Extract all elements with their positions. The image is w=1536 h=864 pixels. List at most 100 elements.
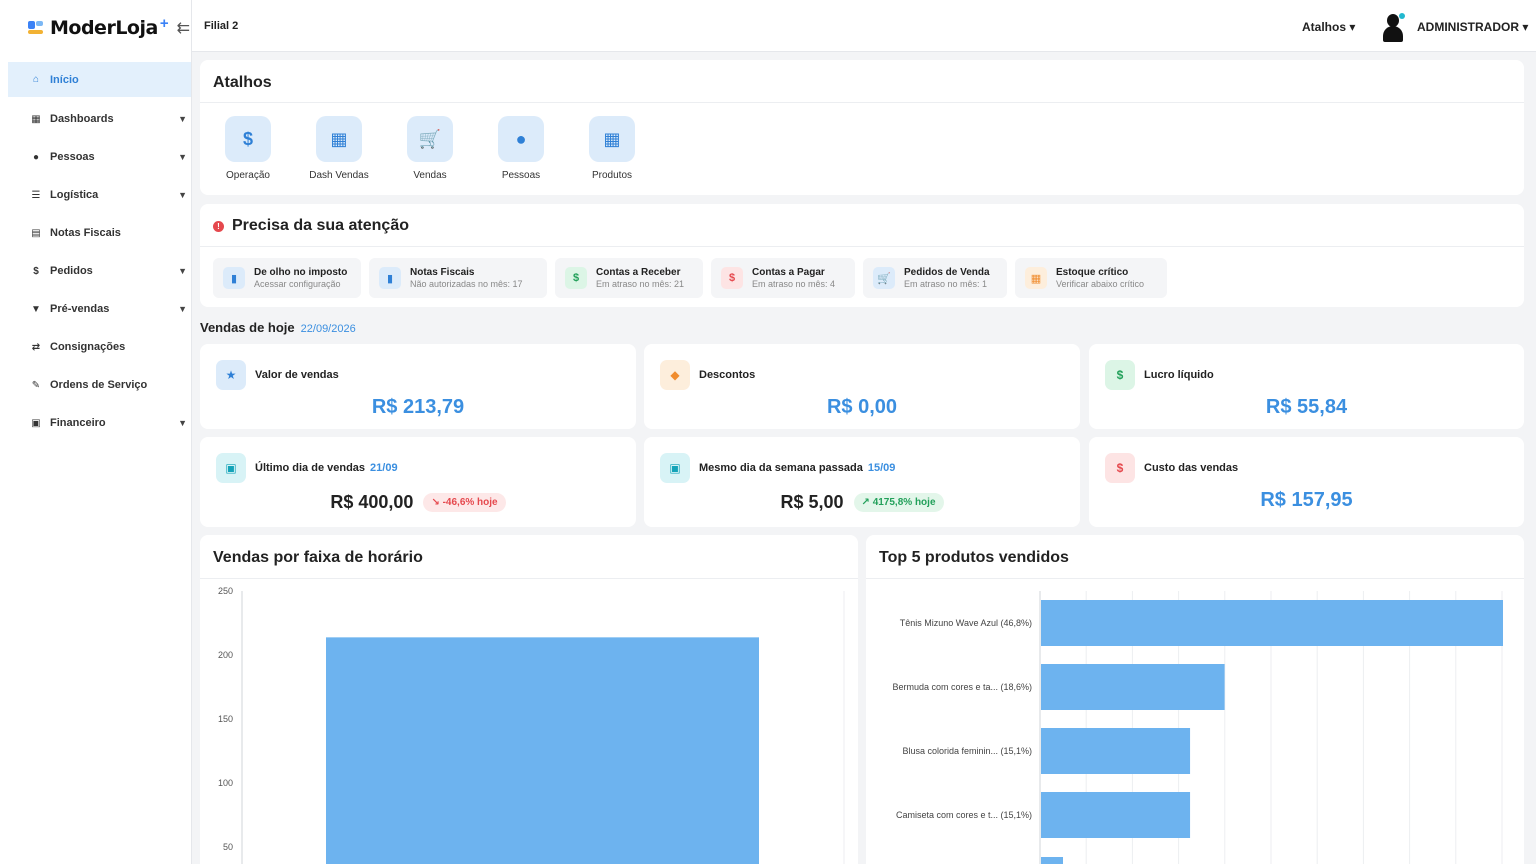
user-menu[interactable]: ADMINISTRADOR ▾	[1417, 20, 1528, 34]
y-tick-label: 50	[223, 842, 233, 852]
finance-icon: ▣	[31, 417, 41, 429]
shortcut-dollar[interactable]: $ Operação	[213, 116, 283, 181]
bar	[1041, 600, 1503, 646]
calendar-check-icon: ▣	[660, 453, 690, 483]
chevron-down-icon: ▼	[178, 190, 187, 200]
basket-icon: ▼	[31, 303, 41, 315]
cost-icon: $	[1105, 453, 1135, 483]
sidebar-item-swap[interactable]: ⇄ Consignações	[8, 328, 191, 366]
y-tick-label: 150	[218, 714, 233, 724]
category-label: Tênis Mizuno Wave Azul (46,8%)	[900, 618, 1032, 628]
attention-item[interactable]: ▮ Notas Fiscais Não autorizadas no mês: 17	[369, 258, 547, 298]
shortcut-person[interactable]: ● Pessoas	[486, 116, 556, 181]
kpi-card-ultimo: ▣ Último dia de vendas 21/09 R$ 400,00 ↘ -4…	[200, 437, 636, 527]
shortcut-dashboard[interactable]: ▦ Dash Vendas	[304, 116, 374, 181]
sales-today-header: Vendas de hoje 22/09/2026	[200, 320, 356, 335]
category-label: Bermuda com cores e ta... (18,6%)	[892, 682, 1032, 692]
cart-icon: 🛒	[873, 267, 895, 289]
attention-item[interactable]: $ Contas a Pagar Em atraso no mês: 4	[711, 258, 855, 298]
shortcut-products[interactable]: ▦ Produtos	[577, 116, 647, 181]
bar	[1041, 664, 1225, 710]
attention-item-subtitle: Em atraso no mês: 4	[752, 279, 836, 289]
shortcut-cart[interactable]: 🛒 Vendas	[395, 116, 465, 181]
category-label: Blusa colorida feminin... (15,1%)	[902, 746, 1032, 756]
logo-icon	[28, 21, 44, 35]
attention-card: ! Precisa da sua atenção ▮ De olho no imp…	[200, 204, 1524, 307]
avatar[interactable]	[1382, 13, 1405, 42]
sidebar: ModerLoja + ⇇ ⌂ Início ▦ Dashboards ▼ ● Pessoa…	[0, 0, 192, 864]
trend-up-badge: ↗ 4175,8% hoje	[853, 493, 944, 512]
sidebar-item-label: Pessoas	[50, 151, 95, 163]
chevron-down-icon: ▼	[178, 304, 187, 314]
top-products-chart-card: Top 5 produtos vendidos Tênis Mizuno Wav…	[866, 535, 1524, 864]
branch-selector[interactable]: Filial 2	[204, 20, 238, 32]
sidebar-item-label: Financeiro	[50, 417, 106, 429]
chevron-down-icon: ▼	[178, 114, 187, 124]
attention-item-title: Pedidos de Venda	[904, 267, 990, 278]
online-status-dot	[1399, 13, 1405, 19]
attention-item[interactable]: 🛒 Pedidos de Venda Em atraso no mês: 1	[863, 258, 1007, 298]
chevron-down-icon: ▼	[178, 266, 187, 276]
home-icon: ⌂	[32, 74, 40, 85]
sales-today-date: 22/09/2026	[300, 323, 356, 335]
sidebar-item-logistics[interactable]: ☰ Logística ▼	[8, 176, 191, 214]
shortcut-label: Dash Vendas	[309, 170, 369, 181]
shortcut-label: Pessoas	[501, 170, 541, 181]
shortcuts-menu[interactable]: Atalhos ▾	[1302, 20, 1355, 34]
wrench-icon: ✎	[31, 379, 41, 391]
sidebar-item-dashboard[interactable]: ▦ Dashboards ▼	[8, 100, 191, 138]
attention-item[interactable]: $ Contas a Receber Em atraso no mês: 21	[555, 258, 703, 298]
person-icon: ●	[32, 151, 40, 163]
sidebar-item-basket[interactable]: ▼ Pré-vendas ▼	[8, 290, 191, 328]
kpi-card-descontos: ◆ Descontos R$ 0,00	[644, 344, 1080, 429]
trend-down-badge: ↘ -46,6% hoje	[423, 493, 506, 512]
sidebar-item-label: Ordens de Serviço	[50, 379, 148, 391]
hourly-sales-chart: 50 100 150 200 250	[218, 586, 845, 864]
logo[interactable]: ModerLoja + ⇇	[0, 0, 191, 56]
dollar-icon: $	[225, 116, 271, 162]
y-tick-label: 200	[218, 650, 233, 660]
kpi-label: Lucro líquido	[1144, 369, 1214, 381]
sidebar-item-dollar[interactable]: $ Pedidos ▼	[8, 252, 191, 290]
kpi-label: Custo das vendas	[1144, 462, 1239, 474]
attention-item-subtitle: Não autorizadas no mês: 17	[410, 279, 523, 289]
attention-item[interactable]: ▦ Estoque crítico Verificar abaixo crítico	[1015, 258, 1167, 298]
y-tick-label: 250	[218, 586, 233, 596]
collapse-menu-icon[interactable]: ⇇	[177, 18, 190, 38]
shortcuts-title: Atalhos	[213, 74, 272, 91]
attention-item-title: De olho no imposto	[254, 267, 348, 278]
chart-title: Top 5 produtos vendidos	[879, 549, 1069, 566]
attention-title: Precisa da sua atenção	[232, 217, 409, 234]
attention-item-subtitle: Acessar configuração	[254, 279, 341, 289]
sidebar-nav: ⌂ Início ▦ Dashboards ▼ ● Pessoas ▼ ☰ Logística ▼ ▤…	[0, 62, 191, 442]
hourly-sales-chart-card: Vendas por faixa de horário 50 100 150 200 2…	[200, 535, 858, 864]
sidebar-item-wrench[interactable]: ✎ Ordens de Serviço	[8, 366, 191, 404]
kpi-card-custo: $ Custo das vendas R$ 157,95	[1089, 437, 1524, 527]
attention-item-title: Notas Fiscais	[410, 267, 475, 278]
kpi-label: Valor de vendas	[255, 369, 339, 381]
sidebar-item-finance[interactable]: ▣ Financeiro ▼	[8, 404, 191, 442]
kpi-card-mesmo-dia: ▣ Mesmo dia da semana passada 15/09 R$ 5,0…	[644, 437, 1080, 527]
shortcut-label: Produtos	[591, 170, 633, 181]
logo-plus: +	[159, 14, 169, 32]
bar-partial	[1041, 857, 1063, 864]
sidebar-item-label: Consignações	[50, 341, 126, 353]
kpi-value: R$ 55,84	[1265, 396, 1348, 418]
sidebar-item-invoice[interactable]: ▤ Notas Fiscais	[8, 214, 191, 252]
attention-item[interactable]: ▮ De olho no imposto Acessar configuração	[213, 258, 361, 298]
kpi-value: R$ 157,95	[1260, 489, 1353, 511]
cart-icon: 🛒	[407, 116, 453, 162]
kpi-date: 15/09	[867, 462, 896, 474]
document-icon: ▮	[223, 267, 245, 289]
dollar-icon: $	[565, 267, 587, 289]
sidebar-item-home[interactable]: ⌂ Início	[8, 62, 191, 97]
sidebar-item-label: Pré-vendas	[50, 303, 110, 315]
sidebar-item-person[interactable]: ● Pessoas ▼	[8, 138, 191, 176]
kpi-value: R$ 213,79	[371, 396, 465, 418]
products-icon: ▦	[589, 116, 635, 162]
invoice-icon: ▤	[31, 227, 41, 239]
chart-title: Vendas por faixa de horário	[213, 549, 423, 566]
attention-item-subtitle: Em atraso no mês: 21	[596, 279, 685, 289]
kpi-card-valor: ★ Valor de vendas R$ 213,79	[200, 344, 636, 429]
chevron-down-icon: ▼	[178, 418, 187, 428]
